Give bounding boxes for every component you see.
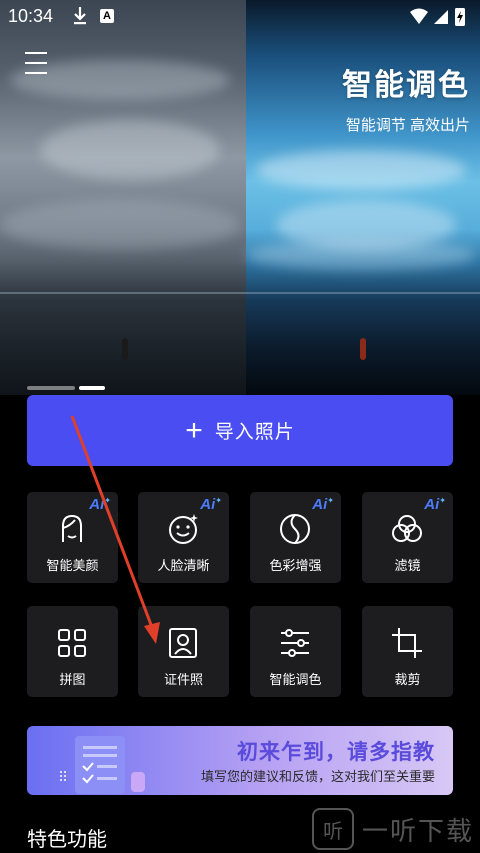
tool-smart-beauty[interactable]: Ai✦ 智能美颜 [27, 492, 118, 583]
ai-badge: Ai✦ [424, 496, 446, 513]
id-photo-icon [169, 628, 197, 658]
tool-label: 裁剪 [394, 672, 421, 687]
tool-filter[interactable]: Ai✦ 滤镜 [362, 492, 453, 583]
paddleboarder-left [122, 338, 128, 360]
tool-crop[interactable]: 裁剪 [362, 606, 453, 697]
import-photo-label: 导入照片 [214, 422, 295, 443]
tool-label: 智能调色 [269, 672, 322, 687]
status-right-icons [410, 8, 465, 26]
banner-title: 初来乍到，请多指教 [237, 741, 435, 764]
pager-dot-active[interactable] [79, 386, 105, 390]
status-bar: 10:34 A [0, 0, 480, 34]
wifi-icon [410, 8, 428, 24]
tool-label: 智能美颜 [46, 558, 99, 573]
hero-text: 智能调色 智能调节 高效出片 [342, 60, 470, 135]
tool-label: 滤镜 [394, 558, 421, 573]
ai-badge: Ai✦ [89, 496, 111, 513]
menu-icon[interactable] [25, 52, 49, 74]
banner-subtitle: 填写您的建议和反馈，这对我们至关重要 [200, 769, 435, 784]
collage-grid-icon [58, 629, 86, 657]
watermark: 听 一听下载 [311, 808, 474, 850]
hero-title: 智能调色 [342, 69, 470, 102]
tool-id-photo[interactable]: 证件照 [138, 606, 229, 697]
tool-collage[interactable]: 拼图 [27, 606, 118, 697]
tool-color-enhance[interactable]: Ai✦ 色彩增强 [250, 492, 341, 583]
download-icon [74, 7, 86, 25]
tool-label: 证件照 [163, 672, 203, 687]
watermark-text: 一听下载 [361, 815, 474, 846]
horizon-line [0, 292, 480, 294]
paddleboarder-right [360, 338, 366, 360]
carousel-pager [27, 377, 109, 395]
color-enhance-icon [280, 514, 310, 544]
keyboard-badge-icon: A [100, 9, 114, 23]
tool-label: 拼图 [59, 672, 86, 687]
signal-icon [434, 10, 448, 24]
face-beauty-icon [62, 514, 82, 542]
ai-badge: Ai✦ [200, 496, 222, 513]
import-photo-button[interactable]: + 导入照片 [27, 395, 453, 466]
tool-label: 色彩增强 [269, 558, 322, 573]
pager-dot[interactable] [27, 386, 75, 390]
tool-smart-color-grade[interactable]: 智能调色 [250, 606, 341, 697]
crop-icon [392, 628, 422, 658]
tool-face-clarity[interactable]: Ai✦ 人脸清晰 [138, 492, 229, 583]
section-title: 特色功能 [27, 829, 107, 851]
feedback-banner[interactable]: 初来乍到，请多指教 填写您的建议和反馈，这对我们至关重要 [27, 726, 453, 795]
plus-icon: + [185, 413, 203, 447]
filter-icon [392, 515, 422, 542]
feedback-checklist-icon [60, 736, 145, 794]
hero-subtitle: 智能调节 高效出片 [345, 117, 470, 134]
adjust-sliders-icon [281, 629, 309, 657]
ai-badge: Ai✦ [312, 496, 334, 513]
status-time: 10:34 [8, 6, 54, 26]
face-clarity-icon [169, 514, 198, 544]
tool-label: 人脸清晰 [157, 558, 210, 573]
watermark-logo-icon: 听 [311, 808, 354, 850]
hero-banner: 智能调色 智能调节 高效出片 [0, 0, 480, 395]
